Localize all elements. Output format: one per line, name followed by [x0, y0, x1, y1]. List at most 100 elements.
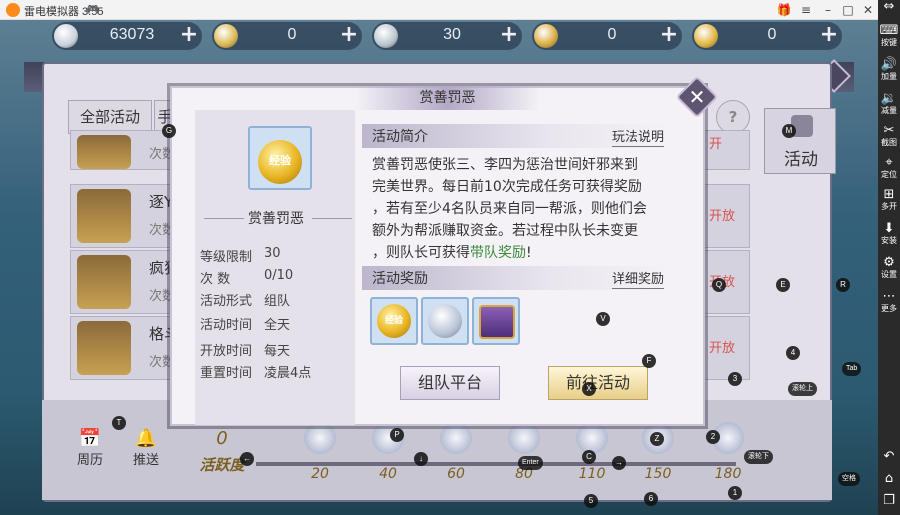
sidebar-label-0: 按键: [881, 38, 897, 47]
sidebar-label-4: 定位: [881, 170, 897, 179]
keymap-key: 1: [728, 486, 742, 500]
keymap-key: Z: [650, 432, 664, 446]
exp-coin-label: 经验: [269, 154, 291, 167]
keymap-key: P: [390, 428, 404, 442]
menu-icon[interactable]: ≡: [798, 2, 814, 18]
milestone-value: 60: [447, 466, 465, 482]
sidebar-label-1: 加量: [881, 72, 897, 81]
gold-yuanbao-icon: [694, 24, 718, 48]
milestone-reward-icon[interactable]: [576, 422, 608, 454]
keymap-key: C: [582, 450, 596, 464]
gameplay-link-underline: [612, 146, 664, 147]
emulator-title-bar: 雷电模拟器 3.55 🎮 🎁 ≡ – □ ✕: [0, 0, 878, 20]
more-icon[interactable]: ⋯ 更多: [878, 290, 900, 314]
info-label: 开放时间: [200, 344, 253, 359]
calendar-button[interactable]: 📅 周历: [72, 428, 108, 468]
install-icon-glyph: ⬇: [883, 221, 895, 236]
volume-down-icon[interactable]: 🔉 减量: [878, 92, 900, 116]
activity-status: 开: [709, 137, 723, 152]
gift-icon[interactable]: 🎁: [776, 2, 792, 18]
multi-open-icon[interactable]: ⊞ 多开: [878, 188, 900, 212]
scissors-icon-glyph: ✂: [883, 123, 895, 138]
milestone-value: 40: [379, 466, 397, 482]
gameplay-help-link[interactable]: 玩法说明: [612, 126, 664, 145]
info-value: 全天: [264, 318, 291, 333]
intro-header-label: 活动简介: [372, 129, 428, 145]
keymap-key: V: [596, 312, 610, 326]
add-currency-button-1[interactable]: +: [338, 24, 360, 46]
close-window-icon[interactable]: ✕: [860, 2, 876, 18]
help-icon[interactable]: ?: [716, 100, 750, 134]
intro-line-5-suffix: !: [526, 245, 532, 261]
milestone-value: 180: [714, 466, 742, 482]
keymap-key: G: [162, 124, 176, 138]
key-enter: Enter: [518, 456, 543, 470]
settings-icon[interactable]: ⚙ 设置: [878, 256, 900, 280]
reward-slot-chest[interactable]: [472, 297, 520, 345]
keymap-key: 4: [786, 346, 800, 360]
side-tab-activity[interactable]: 活动: [764, 108, 836, 174]
back-icon[interactable]: ↶: [878, 450, 900, 464]
sidebar-label-8: 更多: [881, 304, 897, 313]
milestone-reward-icon[interactable]: [508, 422, 540, 454]
activity-status: 开放: [709, 341, 736, 356]
multi-open-icon-glyph: ⊞: [883, 187, 895, 202]
currency-value-2: 30: [443, 26, 461, 43]
keymap-key: F: [642, 354, 656, 368]
tab-all-activities[interactable]: 全部活动: [68, 100, 152, 134]
intro-line-4: 额外为帮派赚取资金。若过程中队长未变更: [372, 223, 638, 239]
minimize-icon[interactable]: –: [820, 2, 836, 18]
activity-icon: [77, 189, 131, 243]
keymap-key: M: [782, 124, 796, 138]
sidebar-collapse-icon[interactable]: ⇔: [878, 0, 900, 22]
go-activity-button[interactable]: 前往活动: [548, 366, 648, 400]
team-platform-button[interactable]: 组队平台: [400, 366, 500, 400]
keymap-key: ↓: [414, 452, 428, 466]
detail-reward-link[interactable]: 详细奖励: [612, 268, 664, 287]
volume-up-icon[interactable]: 🔊 加量: [878, 58, 900, 82]
key-tab: Tab: [842, 362, 862, 376]
intro-line-5-prefix: ，则队长可获得: [372, 245, 470, 261]
bell-icon: 🔔: [134, 428, 158, 449]
intro-line-1: 赏善罚恶使张三、李四为惩治世间奸邪来到: [372, 157, 638, 173]
emulator-logo-icon: [6, 3, 20, 17]
keymap-key: 2: [706, 430, 720, 444]
keyboard-icon[interactable]: ⌨ 按键: [878, 24, 900, 48]
push-label: 推送: [132, 453, 159, 468]
add-currency-button-2[interactable]: +: [498, 24, 520, 46]
dialog-title: 赏善罚恶: [355, 86, 540, 110]
add-currency-button-4[interactable]: +: [818, 24, 840, 46]
milestone-value: 20: [311, 466, 329, 482]
add-currency-button-3[interactable]: +: [658, 24, 680, 46]
milestone-reward-icon[interactable]: [304, 422, 336, 454]
push-button[interactable]: 🔔 推送: [128, 428, 164, 468]
gold-ingot-icon: [534, 24, 558, 48]
calendar-label: 周历: [76, 453, 103, 468]
recent-apps-icon[interactable]: ❐: [878, 494, 900, 508]
sidebar-label-2: 减量: [881, 106, 897, 115]
keymap-key: T: [112, 416, 126, 430]
gamepad-icon[interactable]: 🎮: [86, 3, 100, 16]
milestone-reward-icon[interactable]: [440, 422, 472, 454]
info-value: 凌晨4点: [264, 366, 312, 381]
location-icon[interactable]: ⌖ 定位: [878, 156, 900, 180]
reward-slot-silver[interactable]: [421, 297, 469, 345]
intro-line-5: ，则队长可获得带队奖励!: [372, 242, 697, 264]
maximize-icon[interactable]: □: [840, 2, 856, 18]
home-icon[interactable]: ⌂: [878, 472, 900, 486]
currency-1: 0 +: [212, 22, 362, 50]
reward-section-header: 活动奖励 详细奖励: [362, 266, 672, 290]
activity-icon: [77, 135, 131, 169]
team-reward-highlight: 带队奖励: [470, 245, 526, 261]
activity-status: 开放: [709, 209, 736, 224]
install-icon[interactable]: ⬇ 安装: [878, 222, 900, 246]
reward-slot-exp[interactable]: 经验: [370, 297, 418, 345]
volume-down-icon-glyph: 🔉: [880, 91, 898, 106]
add-currency-button-0[interactable]: +: [178, 24, 200, 46]
scissors-icon[interactable]: ✂ 截图: [878, 124, 900, 148]
currency-2: 30 +: [372, 22, 522, 50]
exp-coin-icon: 经验: [258, 140, 302, 184]
silver-coin-icon: [54, 24, 78, 48]
currency-4: 0 +: [692, 22, 842, 50]
keymap-key: X: [582, 382, 596, 396]
